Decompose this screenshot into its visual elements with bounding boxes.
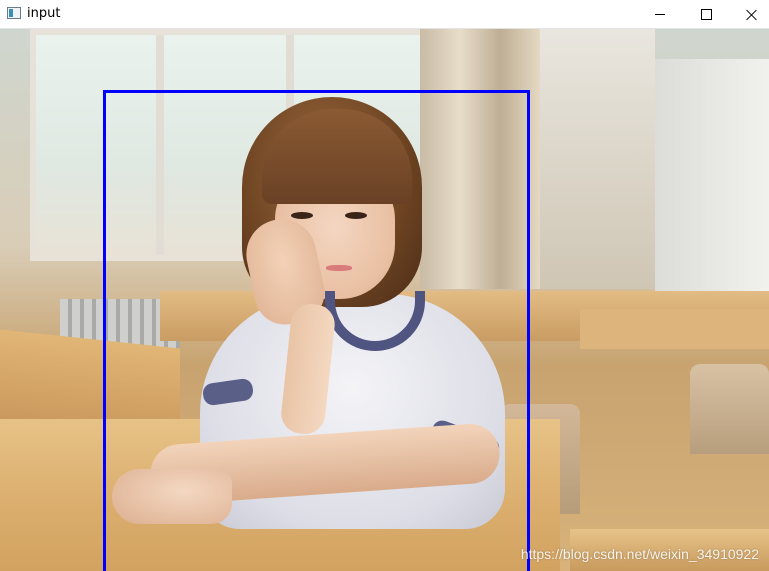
- app-window-icon: [7, 7, 21, 19]
- image-canvas: https://blog.csdn.net/weixin_34910922: [0, 29, 769, 571]
- minimize-button[interactable]: [637, 0, 683, 29]
- detection-bounding-box: [103, 90, 530, 571]
- watermark: https://blog.csdn.net/weixin_34910922: [520, 546, 759, 562]
- minimize-icon: [655, 14, 665, 15]
- window-titlebar[interactable]: input: [0, 0, 769, 29]
- close-button[interactable]: [729, 0, 769, 29]
- window-title: input: [27, 6, 61, 21]
- maximize-icon: [700, 9, 712, 20]
- close-icon: [746, 9, 758, 21]
- maximize-button[interactable]: [683, 0, 729, 29]
